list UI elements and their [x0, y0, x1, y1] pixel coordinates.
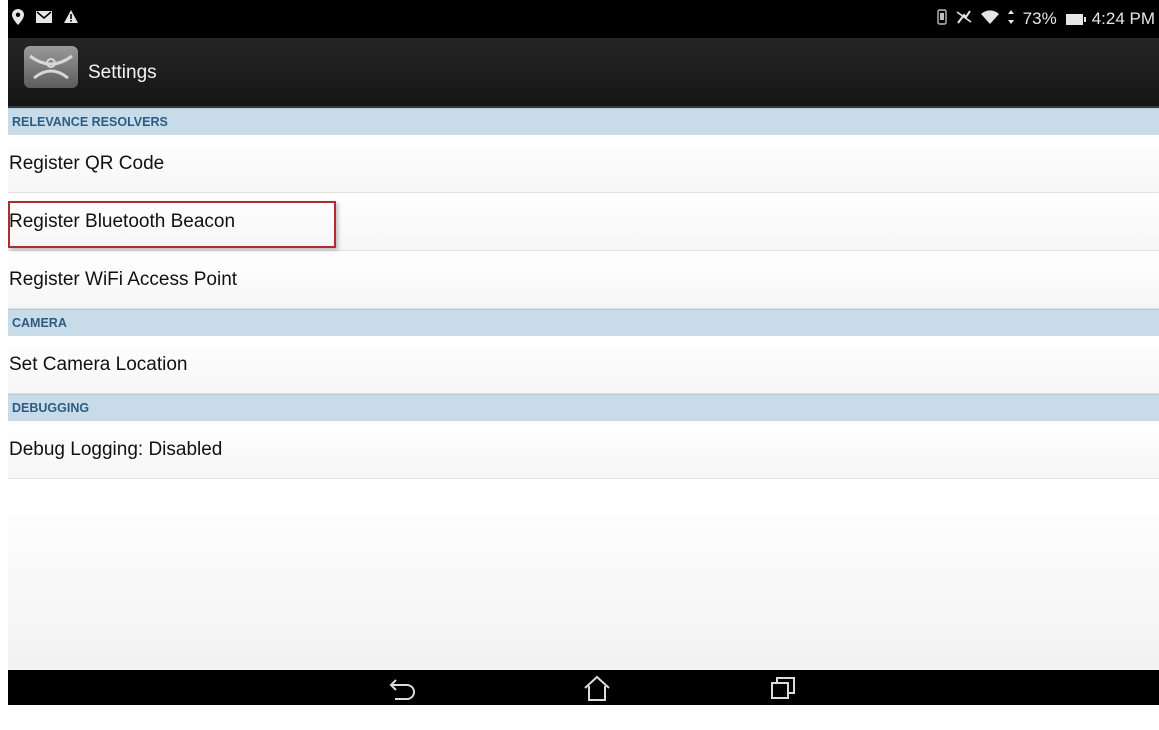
recents-icon[interactable] — [763, 674, 803, 702]
vibrate-icon — [936, 8, 947, 30]
battery-icon — [1065, 13, 1086, 25]
app-logo-icon[interactable] — [24, 46, 78, 88]
battery-percent: 73% — [1022, 9, 1057, 28]
navigation-bar — [8, 670, 1159, 705]
device-screen: 73% 4:24 PM Settings RELEVANCE RESOLVERS… — [8, 0, 1159, 705]
action-bar: Settings — [8, 38, 1159, 108]
section-header-debugging: DEBUGGING — [8, 394, 1159, 421]
set-camera-location-item[interactable]: Set Camera Location — [8, 336, 1159, 394]
section-header-relevance-resolvers: RELEVANCE RESOLVERS — [8, 108, 1159, 135]
register-wifi-access-point-item[interactable]: Register WiFi Access Point — [8, 251, 1159, 309]
page-title: Settings — [88, 62, 157, 83]
register-bluetooth-beacon-item[interactable]: Register Bluetooth Beacon — [8, 193, 1159, 251]
mail-icon — [36, 10, 52, 28]
wifi-icon — [980, 9, 999, 29]
settings-list: RELEVANCE RESOLVERS Register QR Code Reg… — [8, 108, 1159, 479]
data-arrows-icon — [1007, 9, 1014, 29]
location-pin-icon — [12, 8, 24, 30]
mute-icon — [956, 9, 972, 30]
home-icon[interactable] — [577, 674, 617, 702]
empty-list-area — [8, 492, 1159, 670]
status-bar: 73% 4:24 PM — [8, 0, 1159, 38]
back-icon[interactable] — [383, 674, 423, 702]
warning-icon — [64, 10, 78, 28]
debug-logging-item[interactable]: Debug Logging: Disabled — [8, 421, 1159, 479]
register-qr-code-item[interactable]: Register QR Code — [8, 135, 1159, 193]
section-header-camera: CAMERA — [8, 309, 1159, 336]
clock: 4:24 PM — [1091, 9, 1155, 28]
